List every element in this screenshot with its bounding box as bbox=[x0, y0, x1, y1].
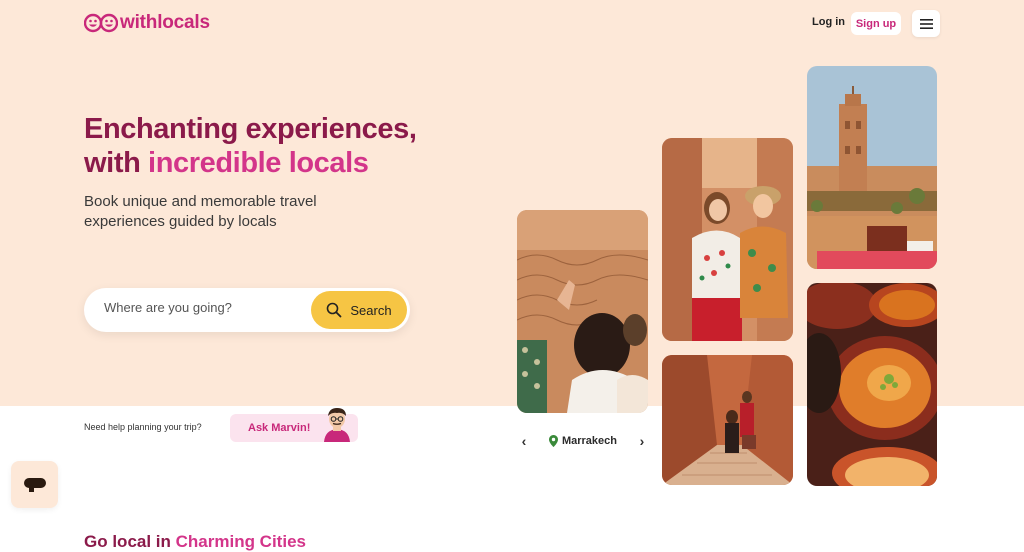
hero-headline: Enchanting experiences, with incredible … bbox=[84, 112, 417, 180]
hero-subtitle: Book unique and memorable travel experie… bbox=[84, 193, 317, 230]
photo-carved-wall bbox=[517, 210, 648, 413]
signup-button[interactable]: Sign up bbox=[851, 12, 901, 35]
search-button[interactable]: Search bbox=[311, 291, 407, 329]
ask-marvin-label: Ask Marvin! bbox=[248, 422, 311, 434]
chat-button[interactable] bbox=[11, 461, 58, 508]
headline-accent: incredible locals bbox=[148, 147, 369, 179]
marvin-avatar-icon bbox=[324, 408, 350, 442]
chevron-right-icon[interactable]: › bbox=[635, 433, 649, 449]
city-name: Marrakech bbox=[561, 435, 618, 447]
menu-button[interactable] bbox=[912, 10, 940, 37]
headline-line-2: with incredible locals bbox=[84, 146, 416, 180]
hamburger-icon bbox=[919, 18, 933, 29]
map-pin-icon bbox=[548, 435, 558, 447]
ask-marvin-button[interactable]: Ask Marvin! bbox=[230, 408, 358, 442]
search-bar: Search bbox=[84, 288, 410, 332]
section-title: Go local in Charming Cities bbox=[84, 532, 306, 552]
photo-koutoubia-minaret bbox=[807, 66, 937, 269]
section-title-accent: Charming Cities bbox=[175, 532, 306, 551]
section-title-prefix: Go local in bbox=[84, 532, 176, 551]
logo-text: withlocals bbox=[120, 12, 210, 33]
search-input[interactable] bbox=[104, 300, 304, 315]
photo-tagine-food bbox=[807, 283, 937, 486]
headline-prefix: with bbox=[84, 147, 149, 179]
page: withlocals Log in Sign up Enchanting exp… bbox=[0, 0, 1024, 552]
photo-two-travelers bbox=[662, 138, 793, 341]
login-link[interactable]: Log in bbox=[812, 16, 845, 28]
photo-alley bbox=[662, 355, 793, 485]
chat-bubble-icon bbox=[23, 477, 46, 492]
search-icon bbox=[327, 302, 342, 318]
smiley-faces-icon bbox=[84, 13, 118, 33]
search-button-label: Search bbox=[350, 302, 392, 318]
city-label: Marrakech bbox=[548, 435, 618, 447]
headline-line-1: Enchanting experiences, bbox=[84, 113, 417, 145]
chevron-left-icon[interactable]: ‹ bbox=[517, 433, 531, 449]
help-text: Need help planning your trip? bbox=[84, 422, 202, 432]
city-carousel-nav: ‹ Marrakech › bbox=[517, 432, 649, 450]
logo[interactable]: withlocals bbox=[84, 12, 210, 34]
